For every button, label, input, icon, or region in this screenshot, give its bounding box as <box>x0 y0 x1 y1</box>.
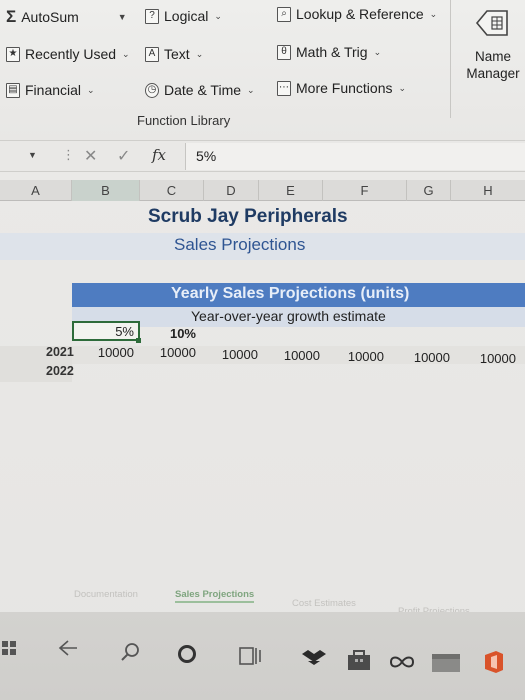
financial-book-icon: ▤ <box>6 82 20 98</box>
text-label: Text <box>164 46 190 62</box>
task-view-icon[interactable] <box>236 642 264 670</box>
table-cell[interactable]: 10000 <box>270 348 320 363</box>
recently-used-button[interactable]: ★ Recently Used ⌄ <box>6 46 130 62</box>
column-header-g[interactable]: G <box>407 180 451 201</box>
infinity-icon[interactable] <box>388 648 416 676</box>
office-icon[interactable] <box>480 648 508 676</box>
chevron-down-icon: ⌄ <box>195 48 204 59</box>
worksheet-grid[interactable]: Scrub Jay Peripherals Sales Projections … <box>0 201 525 601</box>
back-arrow-icon[interactable] <box>54 634 82 662</box>
cancel-icon[interactable]: ✕ <box>84 146 97 166</box>
ribbon-formulas: Σ AutoSum ▼ ★ Recently Used ⌄ ▤ Financia… <box>0 0 525 140</box>
financial-button[interactable]: ▤ Financial ⌄ <box>6 82 95 98</box>
more-functions-icon: ⋯ <box>277 80 291 96</box>
recently-used-label: Recently Used <box>25 46 117 62</box>
growth-rate-cell[interactable]: 10% <box>150 326 196 341</box>
clock-icon: ◷ <box>145 82 159 98</box>
chevron-down-icon: ⌄ <box>398 82 407 93</box>
name-box[interactable] <box>0 146 45 168</box>
column-header-d[interactable]: D <box>204 180 259 201</box>
column-header-h[interactable]: H <box>451 180 525 201</box>
sheet-tabs: Documentation Sales Projections Cost Est… <box>0 586 525 617</box>
ribbon-separator <box>450 0 451 118</box>
formula-bar: ▼ ⋮ ✕ ✓ fx 5% <box>0 140 525 172</box>
lookup-reference-label: Lookup & Reference <box>296 6 424 22</box>
logical-icon: ? <box>145 8 159 24</box>
taskbar <box>0 612 525 700</box>
date-time-label: Date & Time <box>164 82 242 98</box>
chevron-down-icon: ⌄ <box>214 10 222 21</box>
chevron-down-icon: ⌄ <box>122 48 130 59</box>
text-icon: A <box>145 46 159 62</box>
table-cell[interactable]: 10000 <box>466 351 516 366</box>
text-button[interactable]: A Text ⌄ <box>145 46 203 62</box>
logical-label: Logical <box>164 8 209 24</box>
calendar-app-icon[interactable] <box>432 648 460 676</box>
tab-documentation[interactable]: Documentation <box>74 589 138 600</box>
year-2021[interactable]: 2021 <box>46 345 74 359</box>
tab-sales-projections[interactable]: Sales Projections <box>175 589 255 603</box>
table-cell[interactable]: 10000 <box>334 349 384 364</box>
formula-input[interactable]: 5% <box>185 143 525 170</box>
search-icon[interactable] <box>117 638 145 666</box>
insert-function-button[interactable]: fx <box>152 146 166 164</box>
autosum-label: AutoSum <box>21 8 79 25</box>
column-headers: A B C D E F G H <box>0 180 525 201</box>
table-cell[interactable]: 10000 <box>84 345 134 360</box>
more-functions-label: More Functions <box>296 80 393 96</box>
column-header-a[interactable]: A <box>0 180 72 201</box>
fill-handle[interactable] <box>136 338 141 343</box>
chevron-down-icon: ⌄ <box>429 8 438 19</box>
more-functions-button[interactable]: ⋯ More Functions ⌄ <box>277 80 406 96</box>
tab-cost-estimates[interactable]: Cost Estimates <box>292 598 356 609</box>
financial-label: Financial <box>25 82 82 98</box>
lookup-reference-button[interactable]: ⌕ Lookup & Reference ⌄ <box>277 6 437 22</box>
cortana-icon[interactable] <box>173 640 201 668</box>
ribbon-group-label: Function Library <box>137 113 231 128</box>
chevron-down-icon[interactable]: ▼ <box>118 12 127 22</box>
store-bag-icon[interactable] <box>345 646 373 674</box>
table-header[interactable]: Yearly Sales Projections (units) <box>171 285 409 303</box>
sheet-title[interactable]: Scrub Jay Peripherals <box>148 206 348 228</box>
column-header-f[interactable]: F <box>323 180 407 201</box>
chevron-down-icon: ⌄ <box>87 84 95 95</box>
autosum-button[interactable]: Σ AutoSum ▼ <box>6 8 127 25</box>
name-manager-button[interactable]: Name Manager <box>462 6 524 82</box>
year-2022[interactable]: 2022 <box>46 364 74 378</box>
magnifier-book-icon: ⌕ <box>277 6 291 22</box>
windows-start-icon[interactable] <box>0 634 18 662</box>
column-header-e[interactable]: E <box>259 180 323 201</box>
table-cell[interactable]: 10000 <box>146 345 196 360</box>
growth-label[interactable]: Year-over-year growth estimate <box>191 308 386 324</box>
name-manager-label-1: Name <box>474 49 511 64</box>
math-book-icon: θ <box>277 44 291 60</box>
chevron-down-icon: ⌄ <box>247 84 255 95</box>
name-box-dropdown-icon[interactable]: ▼ <box>28 150 37 160</box>
resize-handle-icon[interactable]: ⋮ <box>62 147 75 163</box>
math-trig-button[interactable]: θ Math & Trig ⌄ <box>277 44 381 60</box>
sigma-icon: Σ <box>6 7 17 26</box>
star-book-icon: ★ <box>6 46 20 62</box>
column-header-b[interactable]: B <box>72 180 140 201</box>
sheet-subtitle[interactable]: Sales Projections <box>174 235 305 255</box>
name-manager-label-2: Manager <box>466 66 520 81</box>
enter-icon[interactable]: ✓ <box>117 146 130 166</box>
column-header-c[interactable]: C <box>140 180 204 201</box>
selected-cell[interactable]: 5% <box>72 321 140 341</box>
table-cell[interactable]: 10000 <box>208 347 258 362</box>
date-time-button[interactable]: ◷ Date & Time ⌄ <box>145 82 255 98</box>
table-cell[interactable]: 10000 <box>400 350 450 365</box>
dropbox-icon[interactable] <box>300 644 328 672</box>
chevron-down-icon: ⌄ <box>373 46 382 57</box>
logical-button[interactable]: ? Logical ⌄ <box>145 8 222 24</box>
name-tag-icon <box>475 10 508 36</box>
math-trig-label: Math & Trig <box>296 44 368 60</box>
